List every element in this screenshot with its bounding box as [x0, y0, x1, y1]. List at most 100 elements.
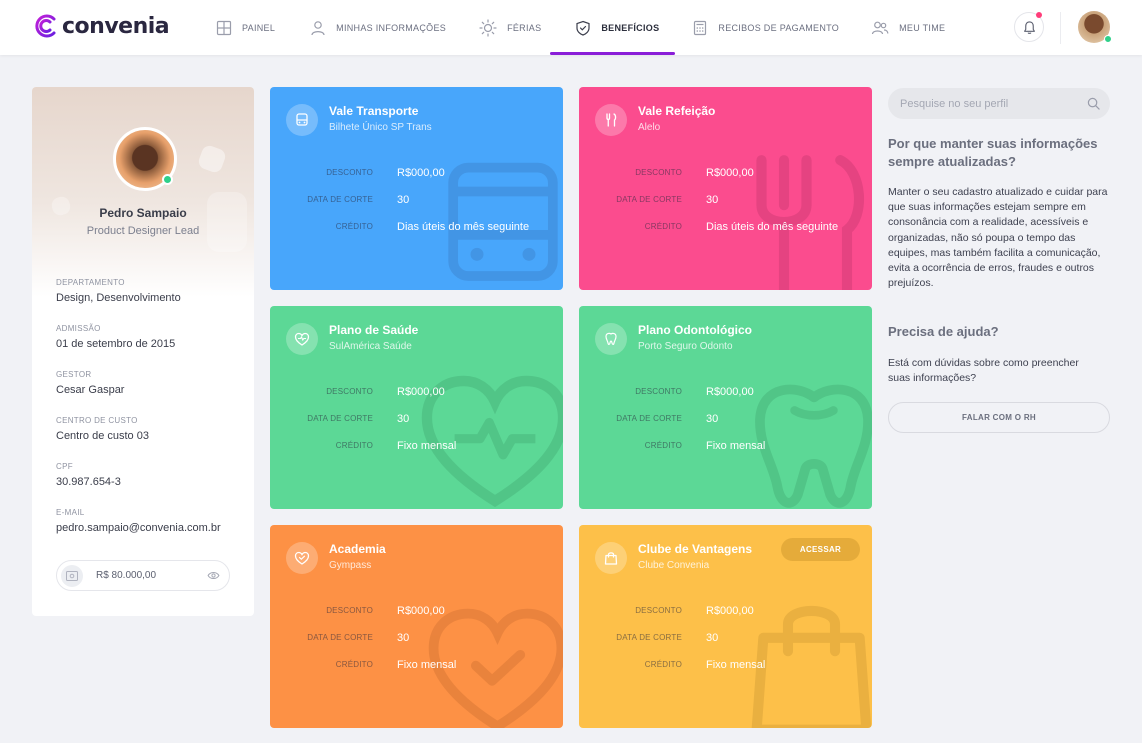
benefit-details: Desconto R$000,00 Data de corte 30 Crédito… — [579, 597, 872, 678]
detail-value: 30 — [706, 412, 719, 425]
online-status-dot — [162, 174, 173, 185]
grid-icon — [216, 20, 232, 35]
benefit-card-clube-de-vantagens[interactable]: Clube de Vantagens Clube Convenia Acessa… — [579, 525, 872, 728]
benefit-card-plano-odontologico[interactable]: Plano Odontológico Porto Seguro Odonto D… — [579, 306, 872, 509]
field-label: Admissão — [56, 324, 101, 333]
talk-to-hr-button[interactable]: Falar com o RH — [888, 402, 1110, 433]
detail-value: R$000,00 — [706, 166, 754, 179]
nav-item-minhas-informacoes[interactable]: Minhas Informações — [310, 0, 446, 55]
notification-badge — [1036, 12, 1042, 18]
profile-banner — [32, 87, 254, 297]
field-label: Centro de custo — [56, 416, 138, 425]
detail-label: Desconto — [326, 606, 373, 615]
benefit-title: Clube de Vantagens — [638, 542, 753, 556]
cutlery-icon — [595, 104, 627, 136]
shopping-bag-icon — [595, 542, 627, 574]
eye-icon[interactable] — [207, 571, 220, 580]
detail-label: Crédito — [644, 222, 682, 231]
detail-value: Fixo mensal — [397, 658, 457, 671]
nav-item-beneficios[interactable]: Benefícios — [550, 0, 676, 55]
detail-row: Crédito Fixo mensal — [579, 651, 872, 678]
main-nav: Painel Minhas Informações Férias Benefíc… — [205, 0, 945, 55]
detail-row: Data de corte 30 — [270, 186, 563, 213]
benefit-card-plano-de-saude[interactable]: Plano de Saúde SulAmérica Saúde Desconto… — [270, 306, 563, 509]
nav-label: Minhas Informações — [336, 22, 447, 33]
benefit-card-vale-transporte[interactable]: Vale Transporte Bilhete Único SP Trans D… — [270, 87, 563, 290]
nav-label: Meu Time — [899, 22, 946, 33]
field-value: 01 de setembro de 2015 — [56, 338, 176, 350]
detail-label: Crédito — [335, 660, 373, 669]
why-update-title: Por que manter suas informações sempre a… — [888, 136, 1098, 169]
salary-pill: R$ 80.000,00 — [56, 560, 230, 591]
detail-label: Desconto — [326, 387, 373, 396]
convenia-logo[interactable]: convenia — [32, 12, 170, 40]
nav-label: Férias — [507, 22, 542, 33]
benefit-card-academia[interactable]: Academia Gympass Desconto R$000,00 Data d… — [270, 525, 563, 728]
nav-item-ferias[interactable]: Férias — [479, 0, 541, 55]
detail-row: Data de corte 30 — [579, 624, 872, 651]
benefit-details: Desconto R$000,00 Data de corte 30 Crédito… — [270, 159, 563, 240]
profile-search — [888, 88, 1110, 119]
benefit-provider: Gympass — [329, 560, 372, 571]
field-departamento: Departamento Design, Desenvolvimento — [56, 278, 181, 304]
help-title: Precisa de ajuda? — [888, 324, 999, 339]
benefit-details: Desconto R$000,00 Data de corte 30 Crédito… — [270, 378, 563, 459]
detail-value: Dias úteis do mês seguinte — [706, 220, 839, 233]
benefit-card-vale-refeicao[interactable]: Vale Refeição Alelo Desconto R$000,00 Dat… — [579, 87, 872, 290]
access-button[interactable]: Acessar — [781, 538, 860, 561]
banner-decoration — [207, 192, 247, 252]
bus-icon — [286, 104, 318, 136]
field-admissao: Admissão 01 de setembro de 2015 — [56, 324, 175, 350]
detail-value: R$000,00 — [397, 385, 445, 398]
field-email: E-mail pedro.sampaio@convenia.com.br — [56, 508, 221, 534]
field-centro-de-custo: Centro de custo Centro de custo 03 — [56, 416, 149, 442]
detail-row: Desconto R$000,00 — [270, 378, 563, 405]
heart-pulse-icon — [286, 323, 318, 355]
detail-label: Data de corte — [307, 414, 373, 423]
detail-label: Crédito — [335, 441, 373, 450]
detail-label: Crédito — [644, 441, 682, 450]
bell-icon — [1023, 20, 1035, 34]
search-input[interactable] — [888, 97, 1087, 110]
detail-value: Dias úteis do mês seguinte — [397, 220, 530, 233]
detail-value: R$000,00 — [706, 604, 754, 617]
banner-decoration — [196, 143, 228, 175]
search-icon[interactable] — [1087, 97, 1100, 110]
nav-item-painel[interactable]: Painel — [216, 0, 275, 55]
logo-text: convenia — [62, 13, 170, 39]
benefit-provider: Clube Convenia — [638, 560, 710, 571]
detail-row: Crédito Fixo mensal — [579, 432, 872, 459]
salary-value: R$ 80.000,00 — [96, 570, 157, 581]
nav-item-meu-time[interactable]: Meu Time — [871, 0, 945, 55]
detail-value: Fixo mensal — [706, 439, 766, 452]
online-status-dot — [1104, 35, 1112, 43]
user-avatar[interactable] — [1078, 11, 1112, 43]
detail-row: Crédito Fixo mensal — [270, 651, 563, 678]
detail-label: Data de corte — [307, 195, 373, 204]
detail-label: Desconto — [635, 387, 682, 396]
header-divider — [1060, 12, 1061, 44]
detail-row: Crédito Dias úteis do mês seguinte — [579, 213, 872, 240]
detail-row: Data de corte 30 — [270, 624, 563, 651]
help-text: Está com dúvidas sobre como preencher su… — [888, 357, 1079, 385]
field-value: Cesar Gaspar — [56, 384, 125, 396]
profile-avatar — [113, 127, 177, 191]
top-navigation-bar: convenia Painel Minhas Informações Féria… — [0, 0, 1142, 55]
nav-label: Benefícios — [601, 22, 660, 33]
users-icon — [871, 21, 889, 34]
heart-shield-icon — [576, 20, 590, 36]
detail-value: 30 — [397, 193, 410, 206]
detail-row: Desconto R$000,00 — [579, 597, 872, 624]
notifications-button[interactable] — [1014, 12, 1044, 42]
sun-icon — [479, 18, 497, 37]
profile-role: Product Designer Lead — [86, 225, 200, 237]
detail-value: R$000,00 — [706, 385, 754, 398]
why-update-text: Manter o seu cadastro atualizado e cuida… — [888, 186, 1108, 290]
detail-value: Fixo mensal — [706, 658, 766, 671]
nav-item-recibos[interactable]: Recibos de Pagamento — [692, 0, 839, 55]
benefit-title: Academia — [329, 542, 386, 556]
detail-value: R$000,00 — [397, 166, 445, 179]
detail-value: R$000,00 — [397, 604, 445, 617]
field-label: Departamento — [56, 278, 125, 287]
detail-row: Desconto R$000,00 — [579, 378, 872, 405]
